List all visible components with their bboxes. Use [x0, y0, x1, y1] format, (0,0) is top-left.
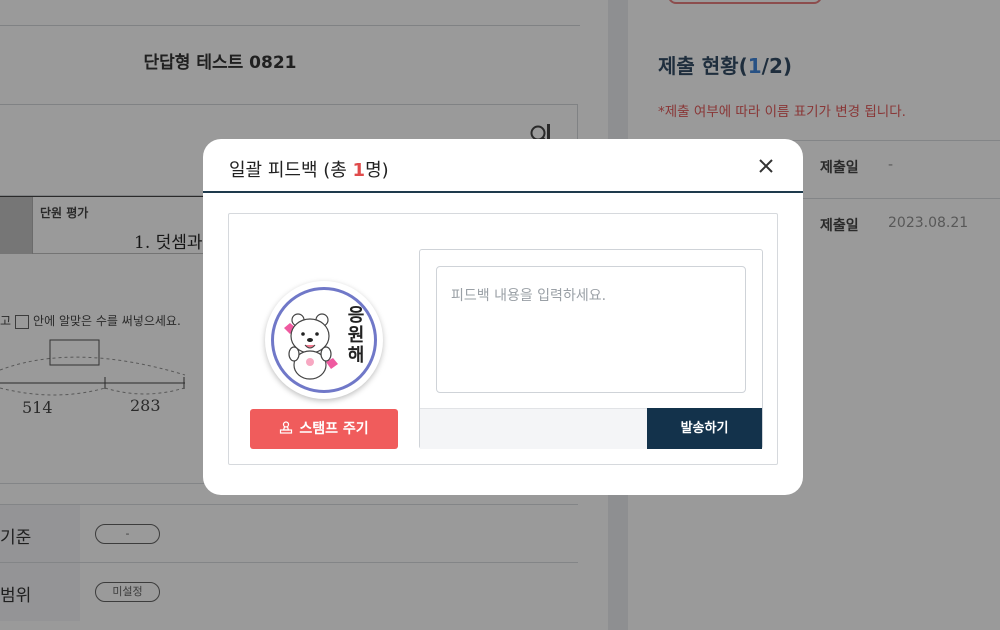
- modal-title: 일괄 피드백 (총 1명): [229, 160, 389, 181]
- close-icon[interactable]: [755, 155, 777, 177]
- bulk-feedback-modal: 일괄 피드백 (총 1명) 응원해 스탬프 주기 피드백 내용을 입력하세요. …: [203, 139, 803, 495]
- give-stamp-button[interactable]: 스탬프 주기: [250, 409, 398, 449]
- stamp-preview[interactable]: 응원해: [265, 281, 383, 399]
- modal-body: 응원해 스탬프 주기 발송하기: [228, 213, 778, 465]
- send-button[interactable]: 발송하기: [647, 408, 762, 449]
- feedback-panel: 발송하기: [419, 249, 763, 449]
- stamp-icon: [280, 420, 293, 434]
- feedback-input[interactable]: [436, 266, 746, 393]
- recipient-count: 1: [352, 160, 366, 181]
- stamp-text: 응원해: [347, 305, 365, 366]
- modal-header: 일괄 피드백 (총 1명): [203, 139, 803, 193]
